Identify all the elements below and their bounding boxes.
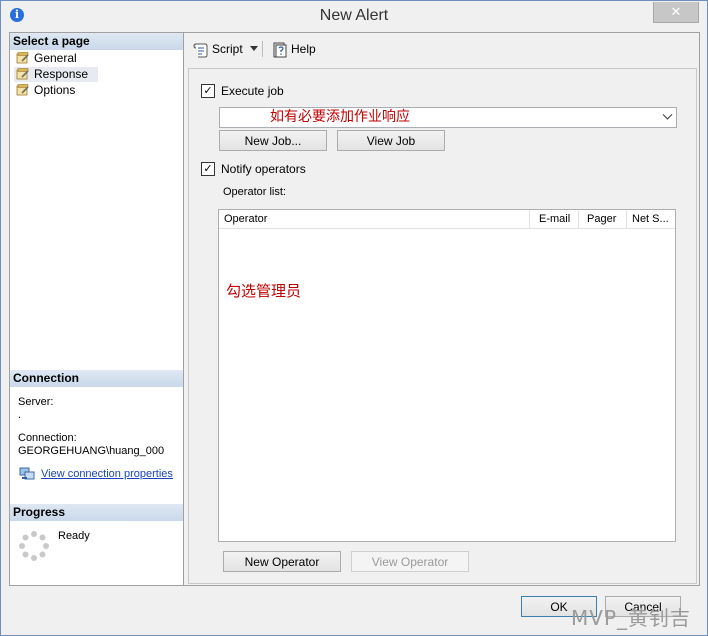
column-header-email[interactable]: E-mail bbox=[530, 210, 579, 228]
column-header-pager[interactable]: Pager bbox=[579, 210, 627, 228]
notify-operators-checkbox[interactable]: ✓ bbox=[201, 162, 215, 176]
close-button[interactable]: ✕ bbox=[653, 2, 699, 23]
page-item-label: Options bbox=[34, 83, 76, 97]
new-operator-button[interactable]: New Operator bbox=[223, 551, 341, 572]
view-connection-properties-link[interactable]: View connection properties bbox=[41, 468, 173, 480]
job-select-combo[interactable]: 如有必要添加作业响应 bbox=[219, 107, 677, 128]
watermark-text: MVP_黄钊吉 bbox=[571, 606, 691, 630]
script-dropdown-arrow-icon[interactable] bbox=[250, 46, 258, 51]
connection-header: Connection bbox=[10, 370, 183, 387]
column-header-net-send[interactable]: Net S... bbox=[627, 210, 675, 228]
toolbar-separator bbox=[262, 41, 263, 57]
page-item-label: Response bbox=[34, 67, 89, 81]
view-job-button[interactable]: View Job bbox=[337, 130, 445, 151]
page-item-label: General bbox=[34, 51, 77, 65]
script-button[interactable]: Script bbox=[193, 41, 243, 58]
notify-operators-label: Notify operators bbox=[221, 162, 306, 176]
execute-job-label: Execute job bbox=[221, 84, 284, 98]
progress-status: Ready bbox=[58, 530, 90, 542]
title-bar: i New Alert ✕ bbox=[1, 1, 707, 31]
wrench-page-icon bbox=[16, 68, 29, 80]
response-panel: ✓ Execute job 如有必要添加作业响应 New Job... View… bbox=[188, 68, 697, 584]
wrench-page-icon bbox=[16, 52, 29, 64]
new-alert-dialog: i New Alert ✕ Select a page General Resp… bbox=[0, 0, 708, 636]
right-pane: Script Help ✓ Execute job 如有必要添加作业响应 New… bbox=[184, 33, 699, 585]
connection-properties-icon bbox=[19, 467, 35, 480]
wrench-page-icon bbox=[16, 84, 29, 96]
progress-header: Progress bbox=[10, 504, 183, 521]
script-label: Script bbox=[212, 42, 243, 56]
server-value: . bbox=[18, 409, 22, 421]
help-label: Help bbox=[291, 42, 316, 56]
help-button[interactable]: Help bbox=[272, 41, 316, 58]
page-item-options[interactable]: Options bbox=[14, 83, 75, 98]
grid-annotation: 勾选管理员 bbox=[226, 282, 302, 300]
connection-label: Connection: bbox=[18, 432, 77, 444]
operator-grid-header: Operator E-mail Pager Net S... bbox=[219, 210, 675, 229]
connection-value: GEORGEHUANG\huang_000 bbox=[18, 445, 165, 457]
operator-list-label: Operator list: bbox=[223, 186, 286, 198]
progress-spinner-icon bbox=[19, 531, 49, 561]
dialog-body: Select a page General Response Options C… bbox=[9, 32, 700, 586]
column-header-operator[interactable]: Operator bbox=[219, 210, 530, 228]
operator-grid[interactable]: Operator E-mail Pager Net S... 勾选管理员 bbox=[218, 209, 676, 542]
help-book-icon bbox=[273, 42, 287, 58]
toolbar: Script Help bbox=[184, 33, 699, 65]
execute-job-checkbox[interactable]: ✓ bbox=[201, 84, 215, 98]
page-item-response[interactable]: Response bbox=[14, 67, 98, 82]
view-operator-button[interactable]: View Operator bbox=[351, 551, 469, 572]
new-job-button[interactable]: New Job... bbox=[219, 130, 327, 151]
chevron-down-icon[interactable] bbox=[662, 109, 673, 120]
script-icon bbox=[193, 43, 208, 58]
page-item-general[interactable]: General bbox=[14, 51, 77, 66]
window-title: New Alert bbox=[319, 7, 389, 24]
left-pane: Select a page General Response Options C… bbox=[10, 33, 184, 585]
job-combo-value: 如有必要添加作业响应 bbox=[270, 109, 410, 125]
select-page-header: Select a page bbox=[10, 33, 183, 50]
server-label: Server: bbox=[18, 396, 54, 408]
